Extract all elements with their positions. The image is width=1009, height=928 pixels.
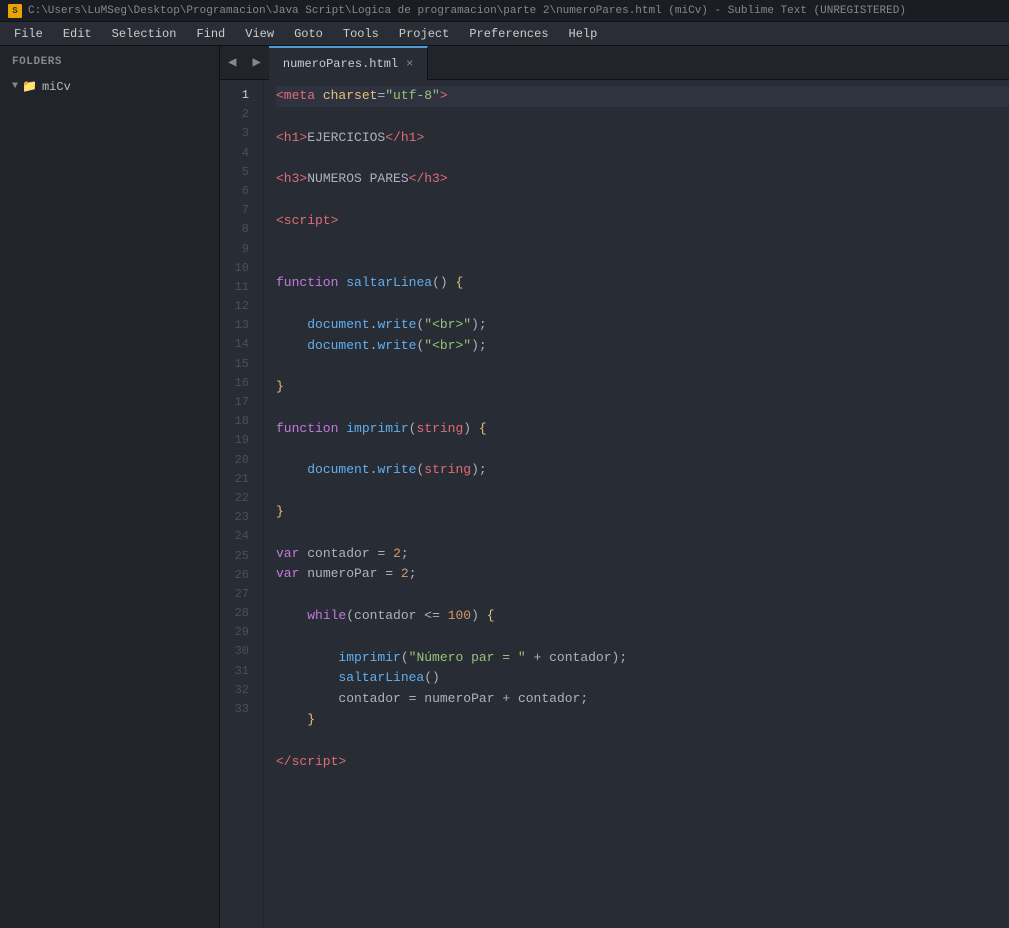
folders-header: FOLDERS (0, 46, 219, 76)
line-number-4: 4 (220, 144, 255, 163)
editor-area: ◀ ▶ numeroPares.html × 12345678910111213… (220, 46, 1009, 928)
line-number-27: 27 (220, 585, 255, 604)
line-number-11: 11 (220, 278, 255, 297)
menu-tools[interactable]: Tools (333, 24, 389, 44)
menu-file[interactable]: File (4, 24, 53, 44)
sidebar: FOLDERS ▼ 📁 miCv (0, 46, 220, 928)
menu-edit[interactable]: Edit (53, 24, 102, 44)
code-line-3[interactable]: <h1>EJERCICIOS</h1> (276, 128, 1009, 149)
code-line-32[interactable]: ​ (276, 731, 1009, 752)
code-line-27[interactable]: ​ (276, 627, 1009, 648)
code-container[interactable]: 1234567891011121314151617181920212223242… (220, 80, 1009, 928)
line-number-5: 5 (220, 163, 255, 182)
tabbar: ◀ ▶ numeroPares.html × (220, 46, 1009, 80)
code-line-18[interactable]: ​ (276, 440, 1009, 461)
line-number-8: 8 (220, 220, 255, 239)
line-numbers: 1234567891011121314151617181920212223242… (220, 80, 264, 928)
line-number-30: 30 (220, 642, 255, 661)
code-line-10[interactable]: function saltarLinea() { (276, 273, 1009, 294)
menu-project[interactable]: Project (389, 24, 459, 44)
tab-nav-right[interactable]: ▶ (244, 46, 268, 80)
line-number-12: 12 (220, 297, 255, 316)
folder-micv[interactable]: ▼ 📁 miCv (0, 76, 219, 97)
line-number-22: 22 (220, 489, 255, 508)
code-line-2[interactable]: ​ (276, 107, 1009, 128)
code-line-1[interactable]: <meta charset="utf-8"> (276, 86, 1009, 107)
line-number-25: 25 (220, 547, 255, 566)
menu-help[interactable]: Help (559, 24, 608, 44)
line-number-20: 20 (220, 451, 255, 470)
window-title: C:\Users\LuMSeg\Desktop\Programacion\Jav… (28, 5, 906, 17)
code-line-5[interactable]: <h3>NUMEROS PARES</h3> (276, 169, 1009, 190)
line-number-10: 10 (220, 259, 255, 278)
line-number-3: 3 (220, 124, 255, 143)
folder-arrow-icon: ▼ (12, 81, 18, 92)
code-line-14[interactable]: ​ (276, 356, 1009, 377)
code-line-22[interactable]: ​ (276, 523, 1009, 544)
code-line-9[interactable]: ​ (276, 252, 1009, 273)
menu-find[interactable]: Find (186, 24, 235, 44)
tab-close-button[interactable]: × (406, 58, 413, 70)
menu-preferences[interactable]: Preferences (459, 24, 558, 44)
line-number-17: 17 (220, 393, 255, 412)
code-line-30[interactable]: contador = numeroPar + contador; (276, 689, 1009, 710)
code-line-4[interactable]: ​ (276, 148, 1009, 169)
line-number-7: 7 (220, 201, 255, 220)
titlebar: S C:\Users\LuMSeg\Desktop\Programacion\J… (0, 0, 1009, 22)
tab-nav-left[interactable]: ◀ (220, 46, 244, 80)
menu-view[interactable]: View (235, 24, 284, 44)
code-line-17[interactable]: function imprimir(string) { (276, 419, 1009, 440)
code-line-7[interactable]: <script> (276, 211, 1009, 232)
code-line-20[interactable]: ​ (276, 481, 1009, 502)
code-line-12[interactable]: document.write("<br>"); (276, 315, 1009, 336)
code-line-33[interactable]: </script> (276, 752, 1009, 773)
line-number-31: 31 (220, 662, 255, 681)
line-number-21: 21 (220, 470, 255, 489)
line-number-15: 15 (220, 355, 255, 374)
menu-selection[interactable]: Selection (102, 24, 187, 44)
line-number-2: 2 (220, 105, 255, 124)
tab-numeropares[interactable]: numeroPares.html × (269, 46, 428, 80)
menu-goto[interactable]: Goto (284, 24, 333, 44)
main-layout: FOLDERS ▼ 📁 miCv ◀ ▶ numeroPares.html × … (0, 46, 1009, 928)
code-line-31[interactable]: } (276, 710, 1009, 731)
code-line-13[interactable]: document.write("<br>"); (276, 336, 1009, 357)
line-number-9: 9 (220, 240, 255, 259)
menubar: File Edit Selection Find View Goto Tools… (0, 22, 1009, 46)
line-number-28: 28 (220, 604, 255, 623)
app-icon: S (8, 4, 22, 18)
folder-name: miCv (42, 80, 71, 94)
line-number-29: 29 (220, 623, 255, 642)
line-number-6: 6 (220, 182, 255, 201)
code-line-28[interactable]: imprimir("Número par = " + contador); (276, 648, 1009, 669)
code-line-23[interactable]: var contador = 2; (276, 544, 1009, 565)
line-number-18: 18 (220, 412, 255, 431)
line-number-26: 26 (220, 566, 255, 585)
code-line-25[interactable]: ​ (276, 585, 1009, 606)
line-number-13: 13 (220, 316, 255, 335)
code-line-8[interactable]: ​ (276, 232, 1009, 253)
line-number-14: 14 (220, 335, 255, 354)
code-line-24[interactable]: var numeroPar = 2; (276, 564, 1009, 585)
line-number-23: 23 (220, 508, 255, 527)
code-editor[interactable]: <meta charset="utf-8">​<h1>EJERCICIOS</h… (264, 80, 1009, 928)
code-line-11[interactable]: ​ (276, 294, 1009, 315)
code-line-19[interactable]: document.write(string); (276, 460, 1009, 481)
code-line-15[interactable]: } (276, 377, 1009, 398)
code-line-21[interactable]: } (276, 502, 1009, 523)
code-line-16[interactable]: ​ (276, 398, 1009, 419)
tab-filename: numeroPares.html (283, 57, 398, 71)
folder-icon: 📁 (22, 79, 37, 94)
line-number-24: 24 (220, 527, 255, 546)
line-number-16: 16 (220, 374, 255, 393)
code-line-6[interactable]: ​ (276, 190, 1009, 211)
line-number-1: 1 (220, 86, 255, 105)
code-line-29[interactable]: saltarLinea() (276, 668, 1009, 689)
code-line-26[interactable]: while(contador <= 100) { (276, 606, 1009, 627)
line-number-32: 32 (220, 681, 255, 700)
line-number-19: 19 (220, 431, 255, 450)
line-number-33: 33 (220, 700, 255, 719)
